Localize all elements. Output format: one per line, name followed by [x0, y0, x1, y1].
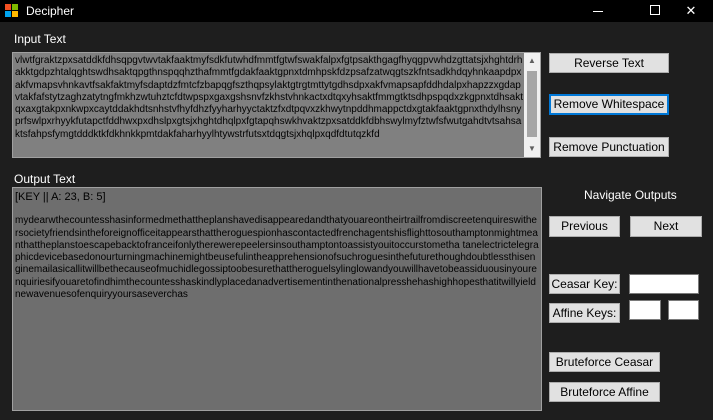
app-icon: [5, 4, 19, 18]
output-label: Output Text: [14, 172, 76, 186]
close-icon: ✕: [685, 3, 697, 18]
scroll-down-icon[interactable]: ▼: [524, 141, 540, 157]
affine-key-a-input[interactable]: [629, 300, 661, 320]
scroll-up-icon[interactable]: ▲: [524, 53, 540, 69]
minimize-icon: [593, 11, 603, 12]
ceasar-key-input[interactable]: [629, 274, 699, 294]
scroll-thumb[interactable]: [527, 71, 537, 137]
output-key-line: [KEY || A: 23, B: 5]: [15, 191, 106, 203]
input-text: vlwtfgraktzpxsatddkfdhsqpgvtwvtakfaaktmy…: [15, 55, 524, 140]
remove-punctuation-button[interactable]: Remove Punctuation: [549, 137, 669, 157]
reverse-text-button[interactable]: Reverse Text: [549, 53, 669, 73]
remove-whitespace-button[interactable]: Remove Whitespace: [549, 94, 669, 115]
window-title: Decipher: [26, 4, 75, 18]
affine-keys-label: Affine Keys:: [549, 303, 620, 323]
minimize-button[interactable]: [575, 0, 621, 22]
input-textbox[interactable]: vlwtfgraktzpxsatddkfdhsqpgvtwvtakfaaktmy…: [12, 52, 541, 158]
close-button[interactable]: ✕: [668, 0, 713, 22]
ceasar-key-label: Ceasar Key:: [549, 274, 620, 294]
output-text: mydearwthecountesshasinformedmethatthepl…: [15, 215, 539, 301]
input-label: Input Text: [14, 32, 66, 46]
output-textbox[interactable]: [KEY || A: 23, B: 5] mydearwthecountessh…: [12, 187, 542, 411]
bruteforce-ceasar-button[interactable]: Bruteforce Ceasar: [549, 352, 660, 372]
next-button[interactable]: Next: [630, 216, 702, 237]
navigate-outputs-label: Navigate Outputs: [584, 188, 677, 202]
affine-key-b-input[interactable]: [668, 300, 699, 320]
output-content: [KEY || A: 23, B: 5] mydearwthecountessh…: [15, 191, 539, 301]
maximize-icon: [650, 5, 660, 15]
bruteforce-affine-button[interactable]: Bruteforce Affine: [549, 382, 660, 402]
previous-button[interactable]: Previous: [549, 216, 620, 237]
input-scrollbar[interactable]: ▲ ▼: [524, 53, 540, 157]
title-bar: Decipher ✕: [0, 0, 713, 22]
